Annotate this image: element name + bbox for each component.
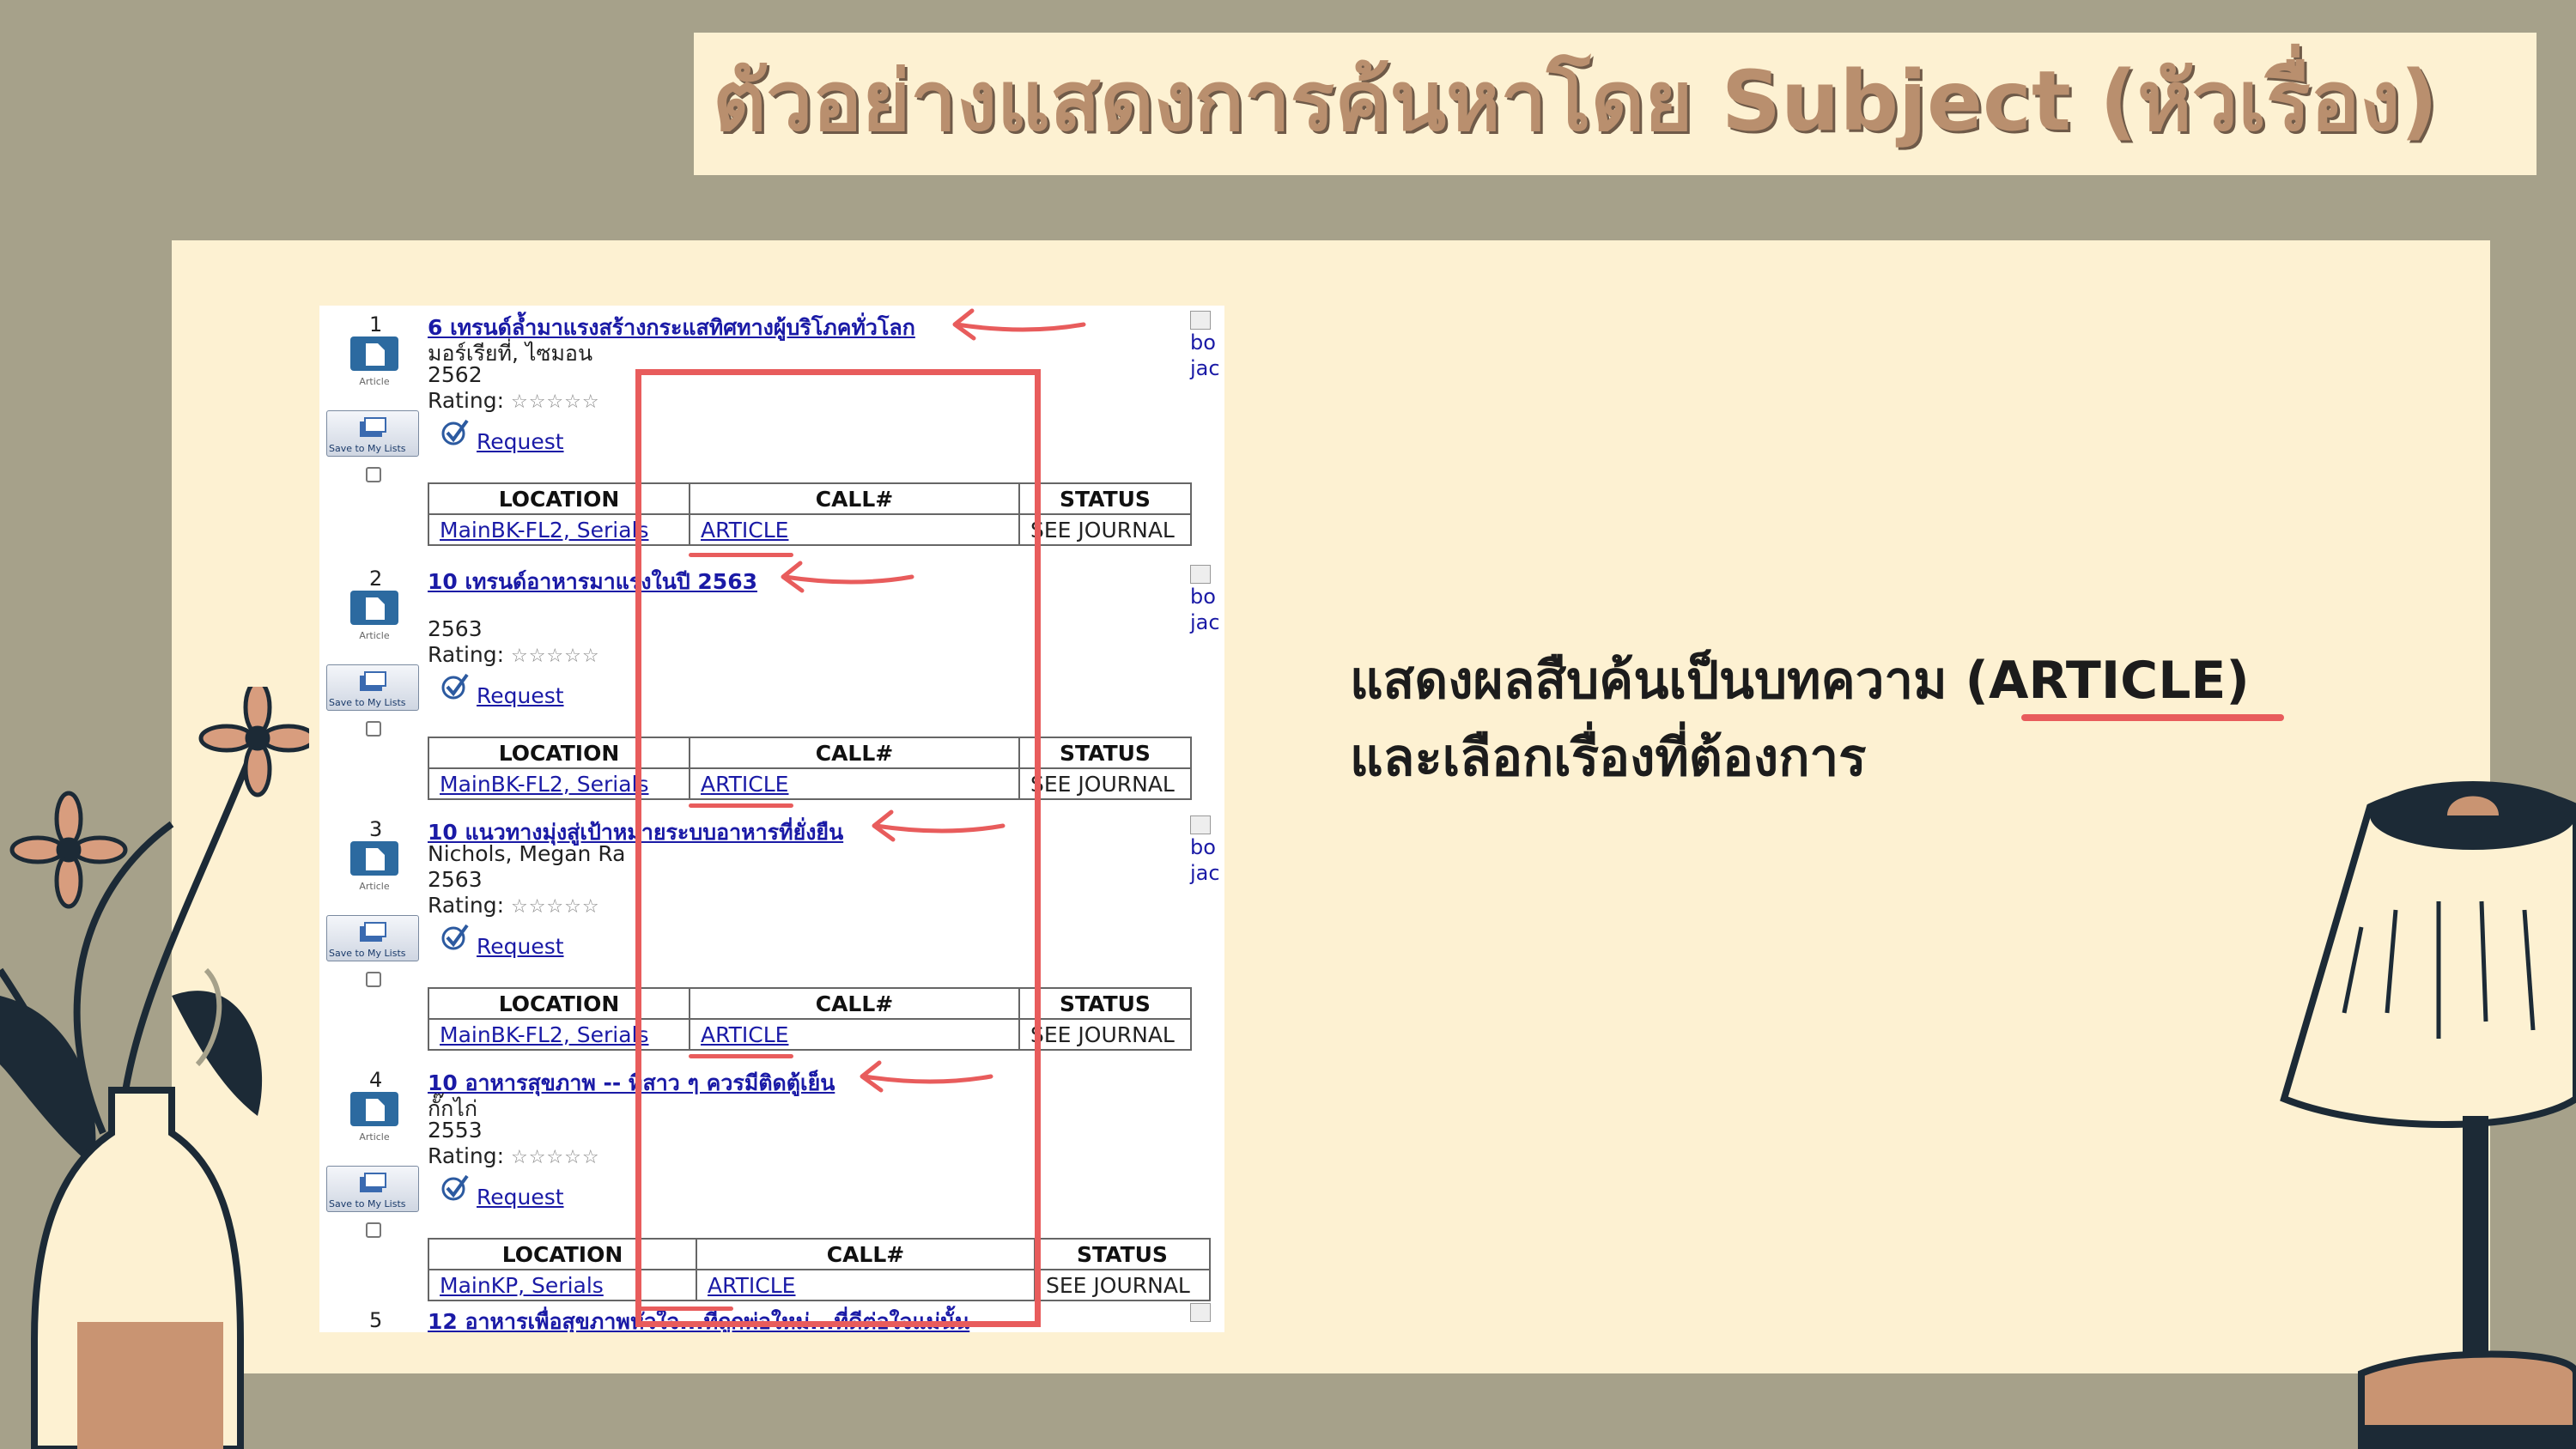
record-number: 4: [369, 1068, 383, 1092]
svg-text:Article: Article: [359, 1131, 390, 1143]
record-number: 2: [369, 567, 383, 591]
save-to-my-lists-button[interactable]: Save to My Lists: [326, 915, 419, 961]
save-to-my-lists-button[interactable]: Save to My Lists: [326, 664, 419, 711]
rating-label: Rating:: [428, 893, 505, 918]
vase-flowers-decoration: [0, 687, 309, 1449]
record-rating: Rating: ☆☆☆☆☆: [428, 1143, 600, 1168]
select-checkbox[interactable]: [366, 1222, 381, 1238]
article-underline: [689, 553, 793, 557]
record-number: 1: [369, 312, 383, 336]
article-icon: Article: [350, 841, 398, 892]
record-number: 5: [369, 1308, 383, 1332]
record-year: 2553: [428, 1118, 483, 1143]
save-list-icon: [360, 1173, 386, 1192]
arrow-icon: [781, 561, 914, 593]
status-header: STATUS: [1018, 987, 1192, 1020]
status-cell: SEE JOURNAL: [1018, 767, 1192, 800]
save-list-icon: [360, 671, 386, 691]
article-icon: Article: [350, 591, 398, 641]
article-highlight-underline: [2021, 714, 2284, 721]
select-checkbox[interactable]: [366, 467, 381, 482]
save-list-icon: [360, 922, 386, 942]
record-author: Nichols, Megan Ra: [428, 841, 626, 866]
broken-image-icon: [1190, 815, 1211, 834]
select-checkbox[interactable]: [366, 721, 381, 737]
svg-text:Article: Article: [359, 630, 390, 641]
request-link[interactable]: Request: [477, 683, 564, 708]
broken-image-icon: [1190, 565, 1211, 584]
slide-title: ตัวอย่างแสดงการค้นหาโดย Subject (หัวเรื่…: [713, 53, 2439, 149]
book-jacket: [1190, 1303, 1211, 1322]
rating-label: Rating:: [428, 642, 505, 667]
book-jacket: bo jac: [1190, 815, 1224, 886]
rating-stars[interactable]: ☆☆☆☆☆: [511, 1147, 600, 1168]
status-header: STATUS: [1018, 737, 1192, 769]
arrow-icon: [872, 809, 1005, 842]
rating-stars[interactable]: ☆☆☆☆☆: [511, 646, 600, 667]
record-rating: Rating: ☆☆☆☆☆: [428, 642, 600, 667]
lamp-decoration: [2280, 781, 2576, 1449]
article-icon: Article: [350, 336, 398, 387]
broken-image-icon: [1190, 1303, 1211, 1322]
record-rating: Rating: ☆☆☆☆☆: [428, 388, 600, 413]
save-label: Save to My Lists: [329, 697, 406, 708]
rating-stars[interactable]: ☆☆☆☆☆: [511, 391, 600, 413]
book-jacket: bo jac: [1190, 565, 1224, 635]
request-link[interactable]: Request: [477, 1185, 564, 1210]
check-icon: [441, 1174, 469, 1201]
article-icon: Article: [350, 1092, 398, 1143]
svg-text:Article: Article: [359, 376, 390, 387]
record-number: 3: [369, 817, 383, 841]
title-banner: ตัวอย่างแสดงการค้นหาโดย Subject (หัวเรื่…: [694, 33, 2537, 175]
status-cell: SEE JOURNAL: [1018, 513, 1192, 546]
save-list-icon: [360, 417, 386, 437]
check-icon: [441, 673, 469, 700]
request-link[interactable]: Request: [477, 429, 564, 454]
status-cell: SEE JOURNAL: [1034, 1269, 1211, 1301]
request-link[interactable]: Request: [477, 934, 564, 959]
location-link[interactable]: MainBK-FL2, Serials: [440, 772, 649, 797]
rating-stars[interactable]: ☆☆☆☆☆: [511, 896, 600, 918]
status-cell: SEE JOURNAL: [1018, 1018, 1192, 1051]
status-header: STATUS: [1018, 482, 1192, 515]
record-year: 2562: [428, 362, 483, 387]
select-checkbox[interactable]: [366, 972, 381, 987]
rating-label: Rating:: [428, 388, 505, 413]
location-link[interactable]: MainKP, Serials: [440, 1273, 604, 1298]
article-underline: [689, 1054, 793, 1058]
record-year: 2563: [428, 616, 483, 641]
save-label: Save to My Lists: [329, 948, 406, 959]
record-year: 2563: [428, 867, 483, 892]
description-line-2: และเลือกเรื่องที่ต้องการ: [1350, 728, 1867, 788]
save-to-my-lists-button[interactable]: Save to My Lists: [326, 410, 419, 457]
record-rating: Rating: ☆☆☆☆☆: [428, 893, 600, 918]
check-icon: [441, 924, 469, 950]
location-link[interactable]: MainBK-FL2, Serials: [440, 1022, 649, 1047]
article-underline: [639, 1307, 733, 1311]
rating-label: Rating:: [428, 1143, 505, 1168]
save-label: Save to My Lists: [329, 443, 406, 454]
book-jacket: bo jac: [1190, 311, 1224, 381]
description-line-1: แสดงผลสืบค้นเป็นบทความ (ARTICLE): [1350, 651, 2250, 711]
check-icon: [441, 419, 469, 446]
svg-text:Article: Article: [359, 881, 390, 892]
article-underline: [689, 803, 793, 808]
location-link[interactable]: MainBK-FL2, Serials: [440, 518, 649, 543]
broken-image-icon: [1190, 311, 1211, 330]
arrow-icon: [952, 308, 1086, 341]
save-to-my-lists-button[interactable]: Save to My Lists: [326, 1166, 419, 1212]
save-label: Save to My Lists: [329, 1198, 406, 1210]
arrow-icon: [860, 1060, 993, 1093]
status-header: STATUS: [1034, 1238, 1211, 1270]
